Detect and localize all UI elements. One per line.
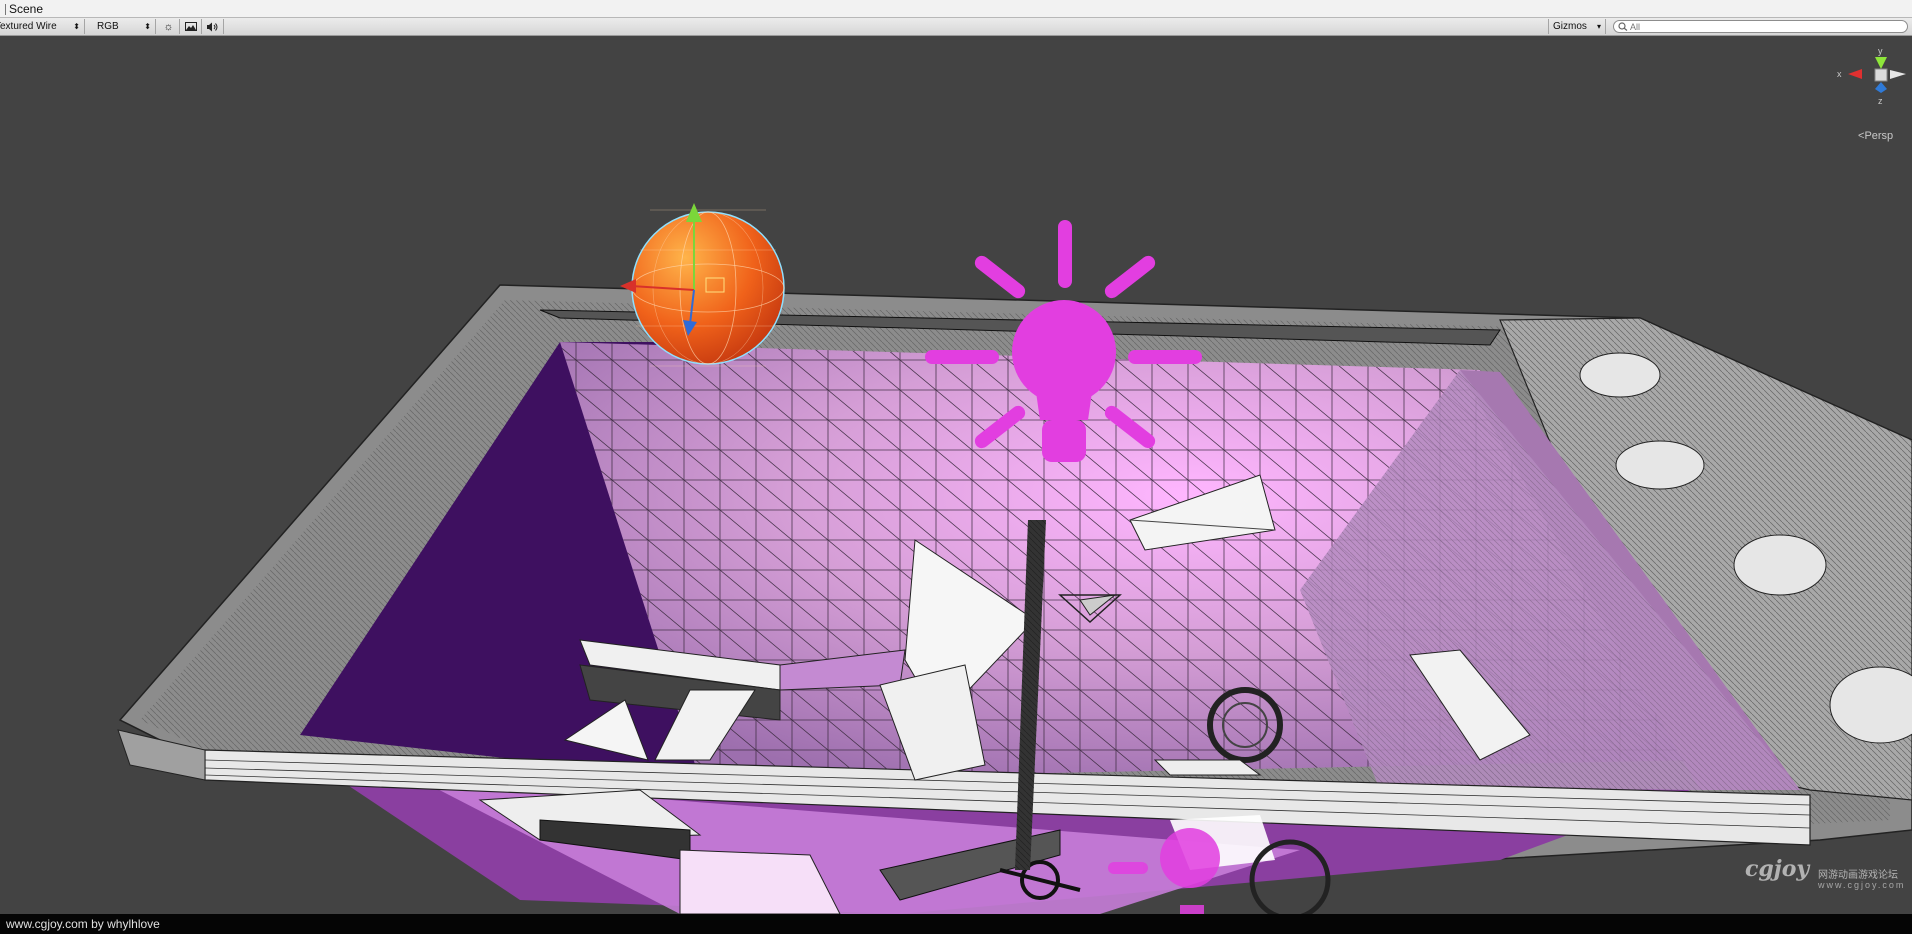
render-mode-value: Textured Wire (0, 21, 57, 32)
scene-toolbar: Textured Wire ⬍ RGB ⬍ ☼ Gizmos ▾ (0, 18, 1912, 36)
axis-z-cone[interactable] (1875, 82, 1887, 93)
axis-x-label: x (1837, 69, 1842, 79)
dropdown-arrow-icon: ⬍ (73, 22, 80, 31)
axis-x-cone[interactable] (1848, 69, 1862, 79)
search-icon[interactable] (1618, 22, 1628, 31)
footer-credit-bar: www.cgjoy.com by whylhlove (0, 914, 1912, 934)
color-mode-dropdown[interactable]: RGB ⬍ (93, 19, 156, 34)
scene-render (117, 203, 1912, 914)
tab-grip-icon (0, 3, 6, 15)
scene-tab-label: Scene (9, 2, 44, 16)
watermark-logo: cgjoy (1745, 856, 1810, 882)
speaker-icon (207, 22, 218, 31)
scene-effects-toggle[interactable] (180, 19, 202, 34)
projection-toggle[interactable]: <Persp (1858, 130, 1893, 142)
dropdown-arrow-icon: ⬍ (144, 22, 151, 31)
axis-neg-x-cone[interactable] (1890, 70, 1906, 79)
color-mode-value: RGB (97, 21, 119, 32)
watermark-url: www.cgjoy.com (1818, 880, 1906, 890)
scene-lighting-toggle[interactable]: ☼ (158, 19, 180, 34)
sun-icon: ☼ (163, 20, 174, 33)
scene-audio-toggle[interactable] (202, 19, 224, 34)
gizmos-label: Gizmos (1553, 21, 1587, 32)
scene-tab[interactable]: Scene (0, 2, 43, 16)
axis-y-label: y (1878, 46, 1883, 56)
axis-y-cone[interactable] (1875, 57, 1887, 69)
axis-z-label: z (1878, 96, 1883, 106)
scene-viewport[interactable]: y x z <Persp (0, 36, 1912, 914)
center-cube[interactable] (1874, 68, 1888, 82)
gizmos-dropdown[interactable]: Gizmos ▾ (1548, 19, 1606, 34)
footer-credit: www.cgjoy.com by whylhlove (6, 917, 160, 931)
orientation-gizmo[interactable]: y x z (1836, 44, 1906, 134)
projection-label: Persp (1864, 130, 1894, 142)
watermark-subtitle: 网游动画游戏论坛 (1818, 870, 1898, 881)
search-input[interactable] (1628, 21, 1890, 32)
hierarchy-search (1613, 20, 1908, 33)
window-titlebar: Scene (0, 0, 1912, 18)
dropdown-arrow-icon: ▾ (1596, 22, 1601, 31)
image-icon (184, 22, 197, 31)
render-mode-dropdown[interactable]: Textured Wire ⬍ (0, 19, 85, 34)
